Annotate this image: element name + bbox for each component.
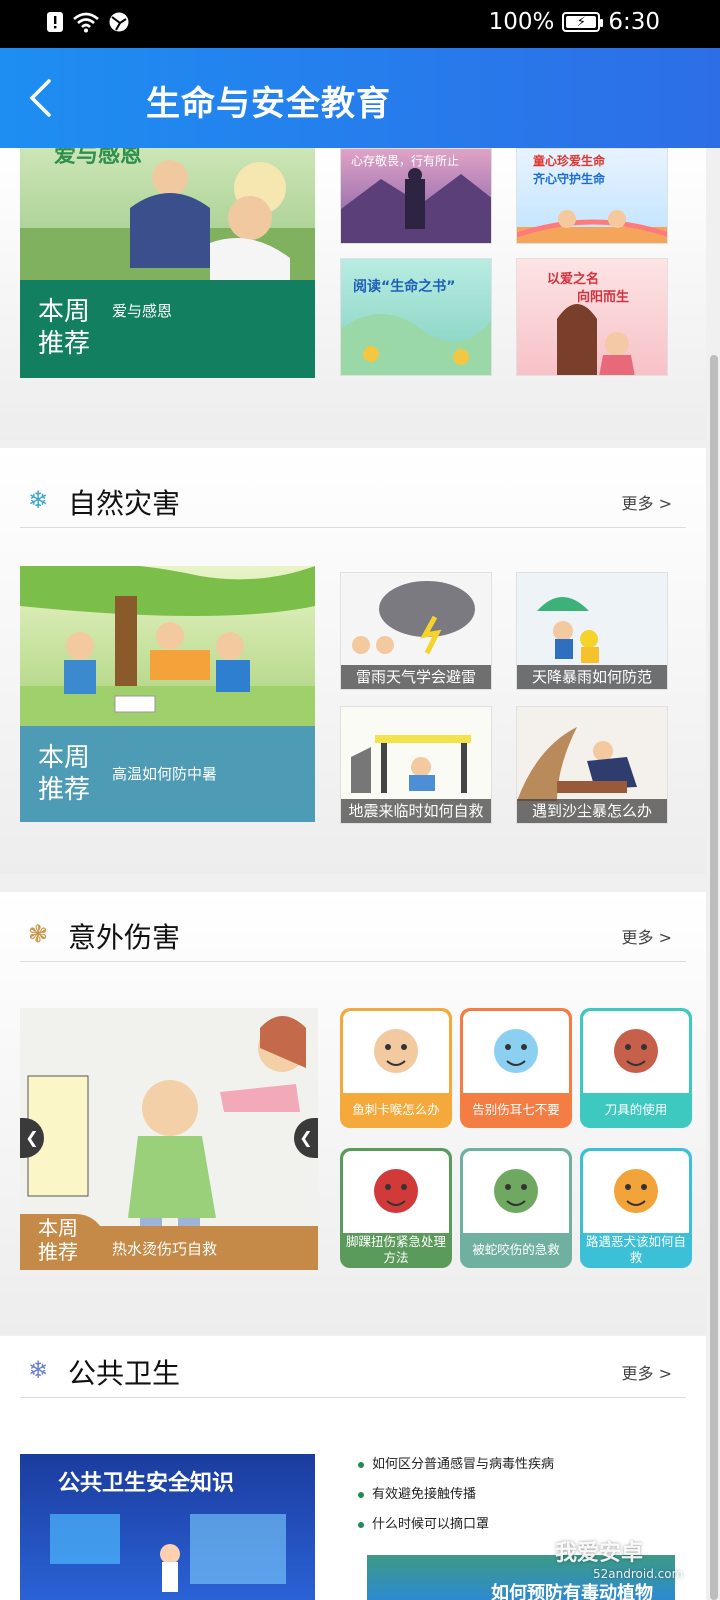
nature-thumb-1[interactable]: 雷雨天气学会避雷 [340, 572, 492, 690]
thumb-illustration: 以爱之名向阳而生 [547, 271, 635, 375]
accident-section: ❃ 意外伤害 更多 > ❮ ❮ 本周 推荐 热水烫伤巧自救 鱼刺卡喉怎么办 告别伤耳… [0, 892, 706, 1334]
back-button[interactable] [18, 74, 62, 122]
app-header: 生命与安全教育 [0, 48, 720, 148]
globe-icon [109, 12, 129, 32]
life-thumb-4[interactable]: 以爱之名向阳而生 [516, 258, 668, 376]
public-health-list: 如何区分普通感冒与病毒性疾病 有效避免接触传播 什么时候可以摘口罩 [358, 1455, 554, 1545]
life-thumb-3[interactable]: 阅读“生命之书” [340, 258, 492, 376]
featured-card[interactable]: 爱与感恩 本周 推荐 爱与感恩 [20, 148, 315, 378]
thumb-illustration: 童心珍爱生命齐心守护生命 [517, 153, 667, 243]
watermark: 我爱安卓 52android.com [555, 1541, 684, 1581]
alert-icon [47, 12, 63, 32]
feature-caption: 本周 推荐 爱与感恩 [20, 280, 315, 378]
accident-tile[interactable]: 路遇恶犬该如何自救 [580, 1148, 692, 1268]
section-title: 意外伤害 [68, 921, 181, 954]
thumb-illustration: 阅读“生命之书” [341, 278, 491, 375]
accident-tile[interactable]: 脚踝扭伤紧急处理方法 [340, 1148, 452, 1268]
feature-illustration: 爱与感恩 [20, 148, 315, 280]
nature-section: ❄ 自然灾害 更多 > 本周 推荐 高温如何防中暑 雷雨天气学会避雷 天降暴雨如何… [0, 448, 706, 874]
banner-illustration: 公共卫生安全知识 [50, 1470, 286, 1592]
tile-illustration [343, 1011, 449, 1093]
thumb-illustration: 心存敬畏，行有所止 [341, 154, 491, 243]
svg-text:以爱之名: 以爱之名 [547, 271, 599, 287]
more-link[interactable]: 更多 > [622, 490, 673, 514]
tile-illustration [463, 1011, 569, 1093]
feature-tag: 本周 推荐 [38, 1216, 78, 1264]
section-title: 自然灾害 [68, 487, 181, 520]
status-bar: 100% ⚡ 6:30 [0, 0, 720, 48]
svg-text:公共卫生安全知识: 公共卫生安全知识 [58, 1470, 234, 1496]
section-header: ❄ 自然灾害 更多 > [20, 478, 686, 528]
life-thumb-2[interactable]: 童心珍爱生命 齐心守护生命 [516, 148, 668, 244]
svg-text:阅读“生命之书”: 阅读“生命之书” [353, 278, 455, 295]
wifi-icon [73, 12, 99, 33]
feature-subtitle: 爱与感恩 [112, 302, 173, 320]
thumb-caption: 雷雨天气学会避雷 [341, 665, 491, 689]
tile-label: 被蛇咬伤的急救 [472, 1242, 560, 1257]
clock: 6:30 [608, 9, 660, 35]
thumb-caption: 天降暴雨如何防范 [517, 665, 667, 689]
list-item[interactable]: 什么时候可以摘口罩 [358, 1515, 554, 1545]
featured-card[interactable]: ❮ ❮ 本周 推荐 热水烫伤巧自救 [20, 1008, 318, 1270]
battery-percent: 100% [488, 9, 555, 35]
feature-subtitle: 热水烫伤巧自救 [112, 1240, 218, 1258]
tile-illustration [463, 1151, 569, 1233]
tile-label: 告别伤耳七不要 [472, 1102, 560, 1117]
tile-illustration [343, 1151, 449, 1233]
list-item[interactable]: 如何区分普通感冒与病毒性疾病 [358, 1455, 554, 1485]
tile-label: 刀具的使用 [604, 1102, 668, 1117]
nature-thumb-2[interactable]: 天降暴雨如何防范 [516, 572, 668, 690]
flower-icon: ❃ [28, 920, 49, 948]
page-title: 生命与安全教育 [146, 84, 391, 124]
thumb-illustration [537, 597, 599, 663]
scrollbar[interactable] [710, 355, 718, 1600]
section-title: 公共卫生 [68, 1357, 181, 1390]
accident-tile[interactable]: 告别伤耳七不要 [460, 1008, 572, 1128]
feature-caption: 本周 推荐 高温如何防中暑 [20, 726, 315, 822]
tile-illustration [583, 1151, 689, 1233]
tile-illustration [583, 1011, 689, 1093]
snowflake-icon: ❄ [28, 486, 49, 514]
feature-illustration [20, 566, 315, 726]
feature-subtitle: 高温如何防中暑 [112, 765, 218, 783]
more-link[interactable]: 更多 > [622, 1360, 673, 1384]
svg-text:童心珍爱生命: 童心珍爱生命 [533, 153, 606, 168]
battery-icon: ⚡ [562, 12, 604, 32]
life-section: 爱与感恩 本周 推荐 爱与感恩 心存敬畏，行有所止 童心珍爱生命 齐心守护生命 阅读… [0, 148, 706, 440]
snowflake-icon: ❄ [28, 1356, 49, 1384]
thumb-caption: 遇到沙尘暴怎么办 [517, 799, 667, 823]
featured-card[interactable]: 本周 推荐 高温如何防中暑 [20, 566, 315, 822]
more-link[interactable]: 更多 > [622, 924, 673, 948]
thumb-caption: 地震来临时如何自救 [341, 799, 491, 823]
public-feature-banner[interactable]: 公共卫生安全知识 [20, 1454, 315, 1600]
svg-text:心存敬畏，行有所止: 心存敬畏，行有所止 [351, 154, 459, 168]
list-item[interactable]: 有效避免接触传播 [358, 1485, 554, 1515]
tile-label: 脚踝扭伤紧急处理方法 [345, 1234, 446, 1265]
feature-tag: 本周 推荐 [38, 297, 91, 359]
accident-tile[interactable]: 刀具的使用 [580, 1008, 692, 1128]
sub-banner-title: 如何预防有毒动植物 [491, 1583, 653, 1600]
section-header: ❃ 意外伤害 更多 > [20, 912, 686, 962]
feature-banner: 爱与感恩 [54, 148, 142, 168]
nature-thumb-3[interactable]: 地震来临时如何自救 [340, 706, 492, 824]
accident-tile[interactable]: 被蛇咬伤的急救 [460, 1148, 572, 1268]
svg-text:向阳而生: 向阳而生 [577, 289, 629, 305]
tile-label: 鱼刺卡喉怎么办 [352, 1102, 440, 1117]
thumb-illustration [517, 727, 637, 801]
section-header: ❄ 公共卫生 更多 > [20, 1348, 686, 1398]
thumb-illustration [352, 581, 475, 655]
svg-text:齐心守护生命: 齐心守护生命 [533, 171, 606, 186]
feature-tag: 本周 推荐 [38, 743, 91, 805]
nature-thumb-4[interactable]: 遇到沙尘暴怎么办 [516, 706, 668, 824]
thumb-illustration [351, 735, 471, 793]
accident-tile[interactable]: 鱼刺卡喉怎么办 [340, 1008, 452, 1128]
life-thumb-1[interactable]: 心存敬畏，行有所止 [340, 148, 492, 244]
tile-label: 路遇恶犬该如何自救 [585, 1234, 686, 1265]
feature-caption: 本周 推荐 热水烫伤巧自救 [20, 1214, 318, 1270]
chevron-left-icon [29, 79, 51, 117]
